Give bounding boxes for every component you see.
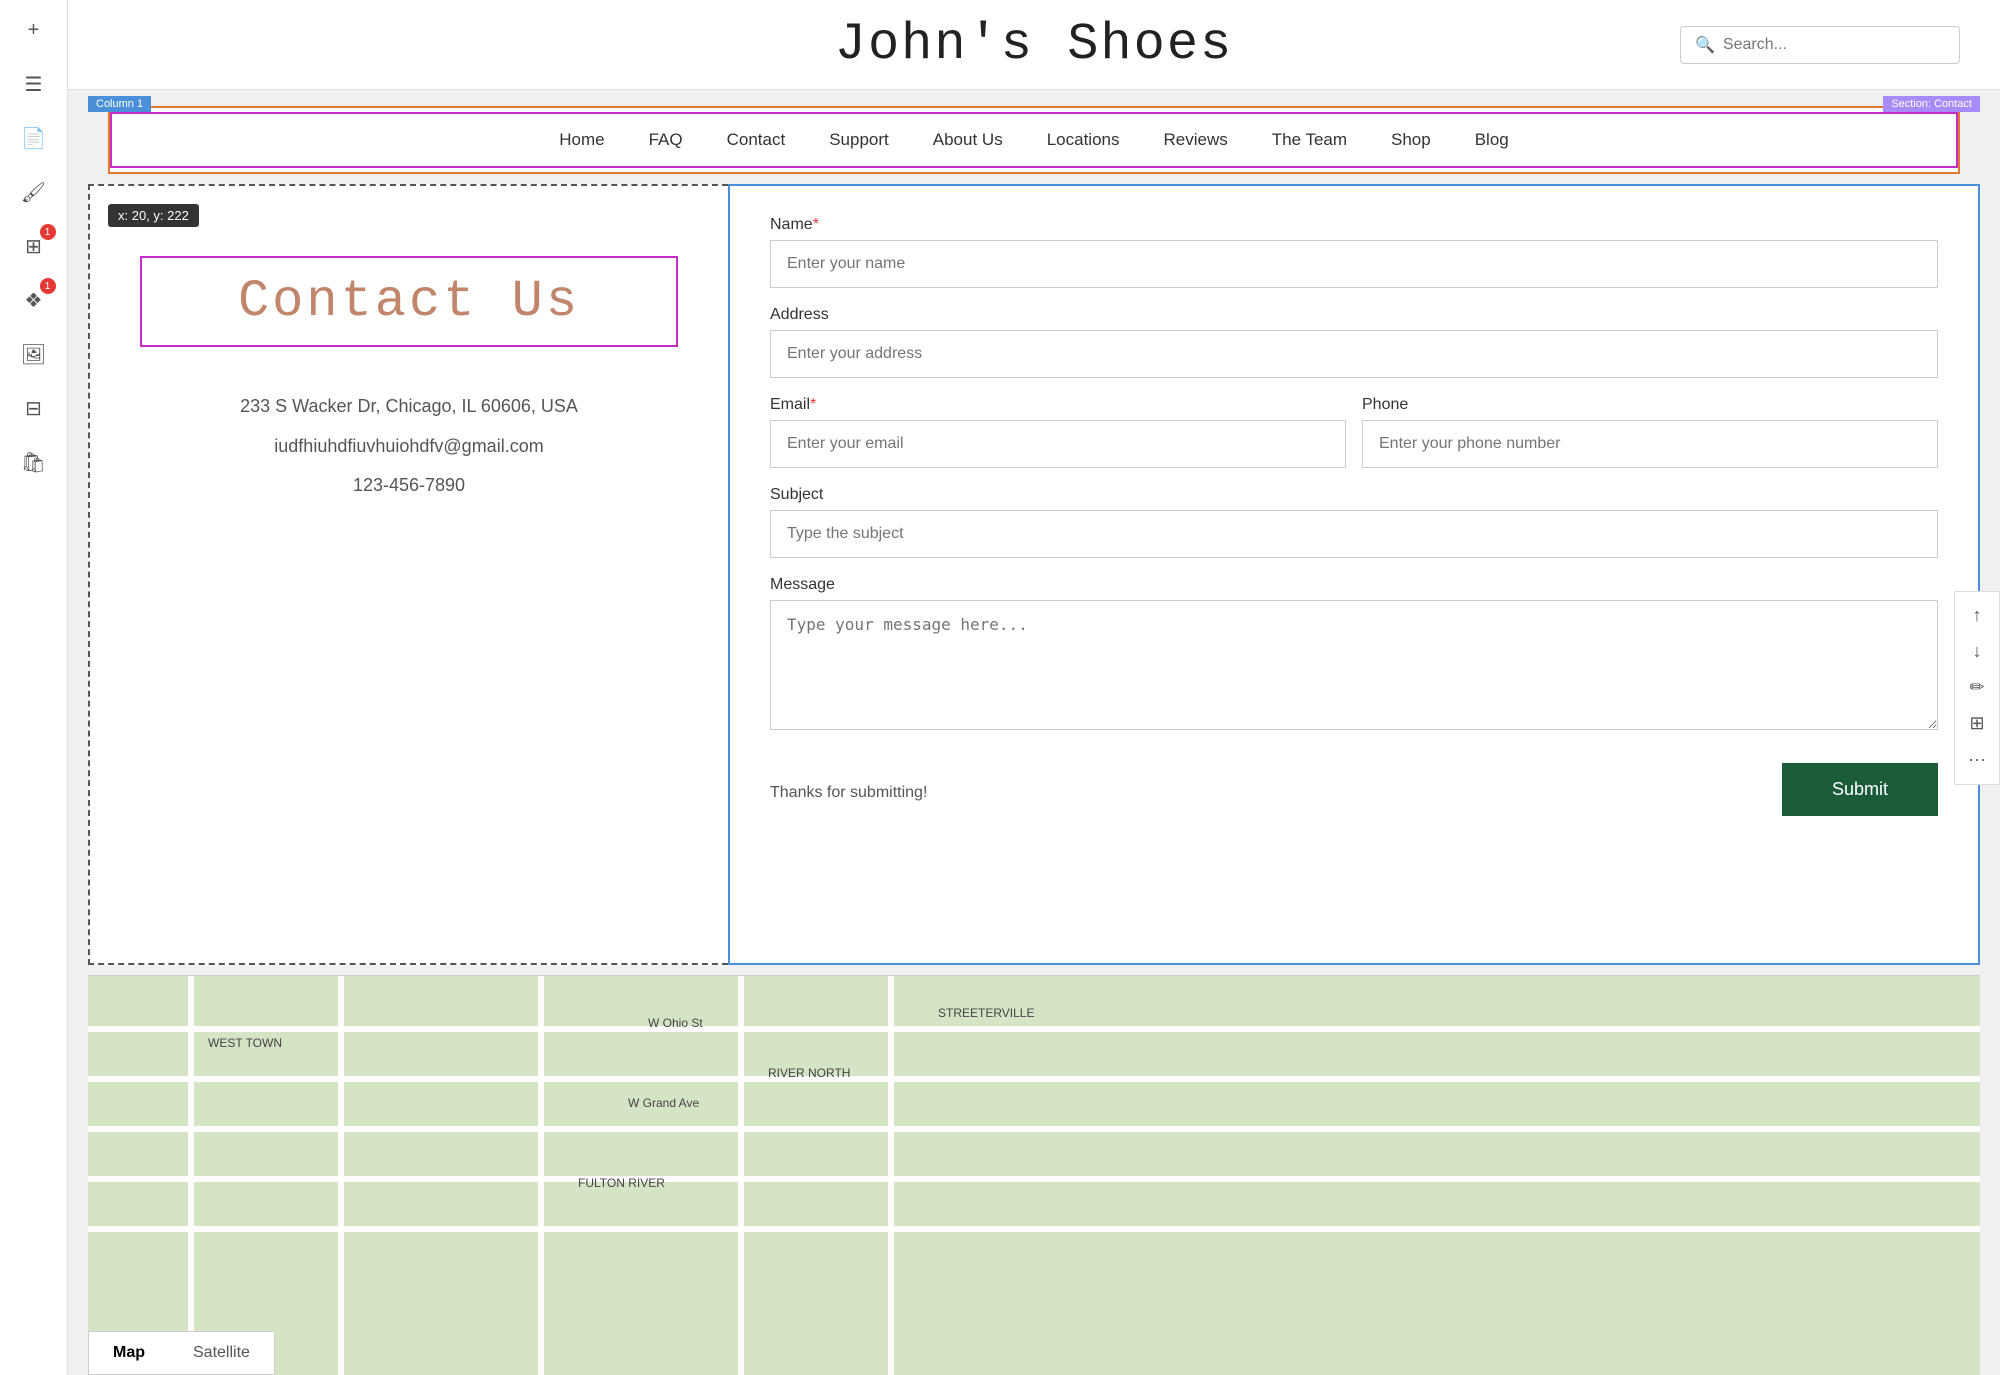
nav-link-about-us[interactable]: About Us — [911, 122, 1025, 158]
phone-label: Phone — [1362, 396, 1938, 414]
submit-button[interactable]: Submit — [1782, 763, 1938, 816]
name-field-group: Name* — [770, 216, 1938, 288]
site-title: John's Shoes — [835, 15, 1233, 74]
component-icon[interactable]: ❖1 — [16, 282, 52, 318]
map-label: FULTON RIVER — [578, 1176, 665, 1190]
doc-icon[interactable]: 📄 — [16, 120, 52, 156]
map-background: WEST TOWN W Ohio St RIVER NORTH STREETERVIL… — [88, 976, 1980, 1375]
bag-icon[interactable]: 🛍 — [16, 444, 52, 480]
thanks-text: Thanks for submitting! — [770, 784, 927, 802]
right-panel: Name* Address Email* Phone — [728, 184, 1980, 965]
list-icon[interactable]: ☰ — [16, 66, 52, 102]
nav-link-faq[interactable]: FAQ — [627, 122, 705, 158]
search-input[interactable] — [1723, 36, 1945, 54]
scroll-down-button[interactable]: ↓ — [1961, 636, 1993, 668]
email-label: Email* — [770, 396, 1346, 414]
nav-link-the-team[interactable]: The Team — [1250, 122, 1369, 158]
nav-link-locations[interactable]: Locations — [1025, 122, 1142, 158]
nav-link-reviews[interactable]: Reviews — [1141, 122, 1249, 158]
navbar-wrapper: HomeFAQContactSupportAbout UsLocationsRe… — [108, 106, 1960, 174]
email-input[interactable] — [770, 420, 1346, 468]
subject-field-group: Subject — [770, 486, 1938, 558]
address-input[interactable] — [770, 330, 1938, 378]
tooltip: x: 20, y: 222 — [108, 204, 199, 227]
email-phone-row: Email* Phone — [770, 396, 1938, 486]
map-tab-satellite[interactable]: Satellite — [169, 1332, 274, 1374]
content-area: x: 20, y: 222 Contact Us 233 S Wacker Dr… — [88, 184, 1980, 965]
table-icon[interactable]: ⊟ — [16, 390, 52, 426]
scroll-controls: ↑ ↓ ✏ ⊞ ··· — [1954, 591, 2000, 785]
name-label: Name* — [770, 216, 1938, 234]
address-label: Address — [770, 306, 1938, 324]
address-field-group: Address — [770, 306, 1938, 378]
navbar: HomeFAQContactSupportAbout UsLocationsRe… — [110, 112, 1958, 168]
contact-address: 233 S Wacker Dr, Chicago, IL 60606, USA — [240, 387, 578, 427]
left-sidebar: + ☰ 📄 🖌 ⊞1 ❖1 🖼 ⊟ 🛍 — [0, 0, 68, 1375]
section-contact-label: Section: Contact — [1883, 96, 1980, 112]
email-field-group: Email* — [770, 396, 1346, 468]
message-textarea[interactable] — [770, 600, 1938, 730]
scroll-up-button[interactable]: ↑ — [1961, 600, 1993, 632]
left-panel: x: 20, y: 222 Contact Us 233 S Wacker Dr… — [88, 184, 728, 965]
search-bar[interactable]: 🔍 — [1680, 26, 1960, 64]
map-tabs: Map Satellite — [88, 1331, 275, 1375]
map-label: RIVER NORTH — [768, 1066, 850, 1080]
message-label: Message — [770, 576, 1938, 594]
map-label: STREETERVILLE — [938, 1006, 1034, 1020]
nav-link-contact[interactable]: Contact — [705, 122, 808, 158]
main-content: John's Shoes 🔍 HomeFAQContactSupportAbou… — [68, 0, 2000, 1375]
grid-icon[interactable]: ⊞1 — [16, 228, 52, 264]
plus-icon[interactable]: + — [16, 12, 52, 48]
image-icon[interactable]: 🖼 — [16, 336, 52, 372]
nav-link-shop[interactable]: Shop — [1369, 122, 1453, 158]
edit-button[interactable]: ✏ — [1961, 672, 1993, 704]
search-icon: 🔍 — [1695, 35, 1715, 55]
contact-info: 233 S Wacker Dr, Chicago, IL 60606, USA … — [240, 387, 578, 506]
contact-phone: 123-456-7890 — [240, 466, 578, 506]
phone-field-group: Phone — [1362, 396, 1938, 468]
header: John's Shoes 🔍 — [68, 0, 2000, 90]
map-tab-map[interactable]: Map — [89, 1332, 169, 1374]
phone-input[interactable] — [1362, 420, 1938, 468]
more-button[interactable]: ··· — [1961, 744, 1993, 776]
map-label: WEST TOWN — [208, 1036, 282, 1050]
nav-link-home[interactable]: Home — [537, 122, 626, 158]
contact-title-box: Contact Us — [140, 256, 678, 347]
brush-icon[interactable]: 🖌 — [16, 174, 52, 210]
name-input[interactable] — [770, 240, 1938, 288]
contact-title: Contact Us — [238, 272, 580, 331]
message-field-group: Message — [770, 576, 1938, 735]
nav-link-support[interactable]: Support — [807, 122, 911, 158]
nav-link-blog[interactable]: Blog — [1453, 122, 1531, 158]
map-label: W Grand Ave — [628, 1096, 699, 1110]
subject-label: Subject — [770, 486, 1938, 504]
map-label: W Ohio St — [648, 1016, 703, 1030]
grid-button[interactable]: ⊞ — [1961, 708, 1993, 740]
subject-input[interactable] — [770, 510, 1938, 558]
map-area: WEST TOWN W Ohio St RIVER NORTH STREETERVIL… — [88, 975, 1980, 1375]
contact-email: iudfhiuhdfiuvhuiohdfv@gmail.com — [240, 427, 578, 467]
column-label: Column 1 — [88, 96, 151, 112]
